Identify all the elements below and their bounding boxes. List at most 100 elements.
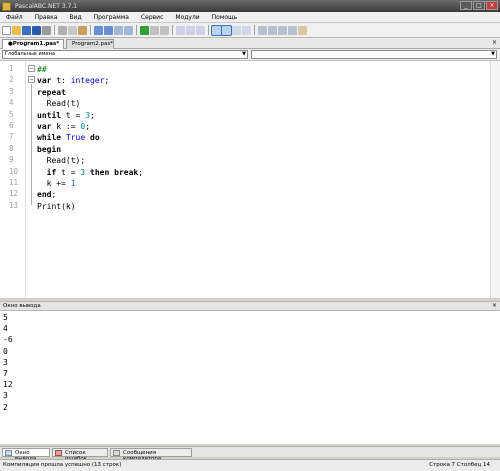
- output-line: 2: [3, 402, 8, 412]
- fold-toggle-icon[interactable]: −: [28, 65, 35, 72]
- code-editor[interactable]: 1 2 3 4 5 6 7 8 9 10 11 12 13 − − ## var t: integer; r…: [0, 60, 500, 298]
- code-line[interactable]: var k := 0;: [37, 121, 90, 132]
- line-number: 4: [9, 98, 14, 108]
- line-number: 11: [9, 178, 19, 187]
- menu-edit[interactable]: Правка: [29, 14, 64, 21]
- stop-icon[interactable]: [160, 25, 169, 35]
- menu-view[interactable]: Вид: [63, 14, 87, 21]
- tab-output[interactable]: Окно вывода: [2, 448, 50, 462]
- redo-icon[interactable]: [104, 25, 113, 35]
- code-line[interactable]: Read(t): [37, 98, 81, 109]
- line-number: 9: [9, 155, 14, 165]
- code-line[interactable]: if t = 3 then break;: [37, 167, 143, 178]
- form-designer-icon[interactable]: [278, 25, 287, 35]
- menu-file[interactable]: Файл: [0, 14, 29, 21]
- status-bar: Компиляция прошла успешно (13 строк) Стр…: [0, 459, 500, 471]
- output-title: Окно вывода: [3, 303, 41, 309]
- line-number: 8: [9, 143, 14, 153]
- find-icon[interactable]: [114, 25, 123, 35]
- menu-bar: Файл Правка Вид Программа Сервис Модули …: [0, 12, 500, 23]
- bottom-tabs: Окно вывода Список ошибок Сообщения комп…: [0, 446, 500, 462]
- status-message: Компиляция прошла успешно (13 строк): [3, 462, 122, 468]
- step-out-icon[interactable]: [196, 25, 205, 35]
- new-file-icon[interactable]: [2, 25, 11, 35]
- output-line: 4: [3, 324, 8, 334]
- output-line: 7: [3, 369, 8, 378]
- run-icon[interactable]: [140, 25, 149, 35]
- member-dropdown[interactable]: ▼: [251, 50, 497, 59]
- menu-service[interactable]: Сервис: [135, 14, 169, 21]
- toggle-output-icon[interactable]: [211, 24, 222, 36]
- copy-icon[interactable]: [68, 25, 77, 35]
- line-number: 12: [9, 189, 19, 199]
- code-line[interactable]: var t: integer;: [37, 75, 109, 86]
- tab-program1[interactable]: ●Program1.pas*: [2, 39, 64, 49]
- tab-errors[interactable]: Список ошибок: [52, 448, 108, 462]
- editor-tabs: ●Program1.pas* Program2.pas* ×: [0, 38, 500, 49]
- line-number: 3: [9, 86, 14, 96]
- step-into-icon[interactable]: [176, 25, 185, 35]
- undo-icon[interactable]: [94, 25, 103, 35]
- output-line: 0: [3, 346, 8, 356]
- code-line[interactable]: k += 1: [37, 178, 76, 189]
- paste-icon[interactable]: [78, 25, 87, 35]
- output-icon: [5, 450, 12, 456]
- line-number: 7: [9, 132, 14, 142]
- toggle-split-icon[interactable]: [221, 24, 232, 36]
- print-icon[interactable]: [42, 25, 51, 35]
- error-list-icon: [55, 450, 62, 456]
- chevron-down-icon: ▼: [242, 51, 246, 57]
- cut-icon[interactable]: [58, 25, 67, 35]
- layout-icon[interactable]: [232, 25, 241, 35]
- code-line[interactable]: Print(k): [37, 201, 76, 212]
- code-line[interactable]: until t = 3;: [37, 110, 95, 121]
- code-line[interactable]: ##: [37, 64, 47, 75]
- line-number: 1: [9, 64, 14, 73]
- output-window[interactable]: 5 4 -6 0 3 7 12 3 2: [0, 311, 500, 444]
- debug-window-icon[interactable]: [268, 25, 277, 35]
- menu-modules[interactable]: Модули: [169, 14, 205, 21]
- output-line: 3: [3, 357, 8, 367]
- tab-program2[interactable]: Program2.pas*: [66, 39, 114, 49]
- save-all-icon[interactable]: [32, 25, 41, 35]
- close-icon[interactable]: ×: [492, 302, 497, 309]
- code-line[interactable]: Read(t);: [37, 155, 86, 166]
- cursor-position: Строка 7 Столбец 14: [429, 462, 490, 468]
- open-folder-icon[interactable]: [12, 25, 21, 35]
- format-icon[interactable]: [242, 25, 251, 35]
- code-line[interactable]: while True do: [37, 132, 100, 143]
- line-number: 10: [9, 166, 19, 176]
- save-icon[interactable]: [22, 25, 31, 35]
- replace-icon[interactable]: [124, 25, 133, 35]
- maximize-button[interactable]: □: [473, 1, 485, 10]
- code-line[interactable]: end;: [37, 189, 56, 200]
- line-number: 13: [9, 200, 19, 210]
- close-tab-icon[interactable]: ×: [492, 39, 497, 46]
- close-button[interactable]: ×: [486, 1, 498, 10]
- title-bar: PascalABC.NET 3.7.1 _ □ ×: [0, 0, 500, 12]
- chevron-down-icon: ▼: [491, 51, 495, 57]
- output-line: 12: [3, 380, 13, 390]
- output-line: 5: [3, 313, 8, 322]
- menu-program[interactable]: Программа: [88, 14, 135, 21]
- minimize-button[interactable]: _: [460, 1, 472, 10]
- pause-icon[interactable]: [150, 25, 159, 35]
- help-icon[interactable]: [298, 25, 307, 35]
- settings-icon[interactable]: [288, 25, 297, 35]
- code-line[interactable]: repeat: [37, 87, 66, 98]
- grid-icon[interactable]: [258, 25, 267, 35]
- step-over-icon[interactable]: [186, 25, 195, 35]
- line-number-gutter: 1 2 3 4 5 6 7 8 9 10 11 12 13: [0, 61, 26, 298]
- output-line: -6: [3, 335, 13, 345]
- menu-help[interactable]: Помощь: [206, 14, 244, 21]
- code-line[interactable]: begin: [37, 144, 61, 155]
- fold-guide: [31, 84, 32, 205]
- vertical-scrollbar[interactable]: [490, 61, 500, 298]
- toolbar: [0, 23, 500, 38]
- output-line: 3: [3, 391, 8, 401]
- line-number: 5: [9, 109, 14, 119]
- tab-compiler-messages[interactable]: Сообщения компилятора: [110, 448, 192, 462]
- scope-dropdown[interactable]: Глобальные имена ▼: [2, 50, 248, 59]
- fold-toggle-icon[interactable]: −: [28, 76, 35, 83]
- scope-dropdown-value: Глобальные имена: [5, 51, 55, 57]
